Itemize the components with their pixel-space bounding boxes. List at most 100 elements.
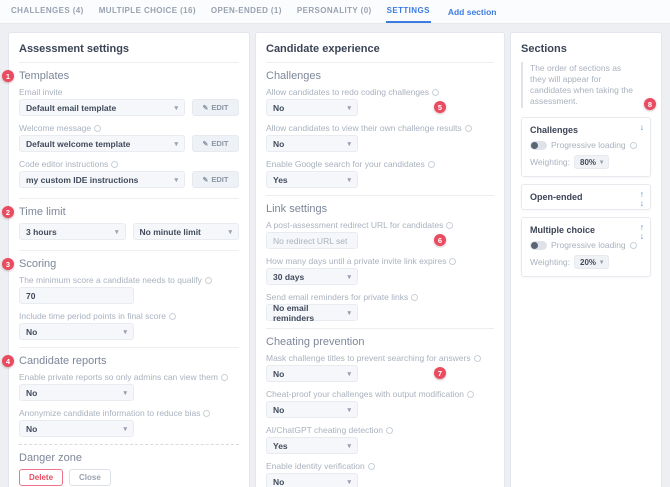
chevron-down-icon: ▾ (347, 370, 351, 378)
mask-titles-select[interactable]: No ▾ (266, 365, 358, 382)
redo-challenges-label: Allow candidates to redo coding challeng… (266, 87, 494, 97)
chevron-down-icon: ▾ (600, 158, 603, 166)
info-icon (428, 161, 435, 168)
chevron-down-icon: ▾ (123, 328, 127, 336)
pencil-icon: ✎ (203, 104, 209, 112)
divider (19, 250, 239, 251)
cheat-proof-select[interactable]: No ▾ (266, 401, 358, 418)
chevron-down-icon: ▾ (174, 140, 178, 148)
ai-detection-label: AI/ChatGPT cheating detection (266, 425, 494, 435)
move-down-icon[interactable]: ↓ (640, 123, 644, 132)
code-editor-instructions-label: Code editor instructions (19, 159, 239, 169)
email-invite-edit-button[interactable]: ✎ EDIT (192, 99, 239, 116)
tab-open-ended[interactable]: OPEN-ENDED (1) (210, 0, 283, 23)
link-expiry-label: How many days until a private invite lin… (266, 256, 494, 266)
info-icon (630, 142, 637, 149)
view-results-select[interactable]: No ▾ (266, 135, 358, 152)
min-score-input[interactable]: 70 (19, 287, 134, 304)
divider (266, 195, 494, 196)
chevron-down-icon: ▾ (347, 478, 351, 486)
chevron-down-icon: ▾ (347, 406, 351, 414)
chevron-down-icon: ▾ (228, 228, 232, 236)
progressive-loading-toggle[interactable] (530, 241, 547, 250)
link-expiry-select[interactable]: 30 days ▾ (266, 268, 358, 285)
toggle-knob (531, 142, 538, 149)
progressive-loading-label: Progressive loading (551, 240, 626, 250)
chevron-down-icon: ▾ (347, 176, 351, 184)
redirect-url-input[interactable]: No redirect URL set (266, 232, 358, 249)
progressive-loading-label: Progressive loading (551, 140, 626, 150)
chevron-down-icon: ▾ (123, 389, 127, 397)
progressive-loading-toggle[interactable] (530, 141, 547, 150)
time-points-select[interactable]: No ▾ (19, 323, 134, 340)
info-icon (94, 125, 101, 132)
info-icon (449, 258, 456, 265)
section-card-title: Open-ended (530, 192, 642, 202)
info-icon (446, 222, 453, 229)
close-button[interactable]: Close (69, 469, 111, 486)
templates-heading: 1 Templates (19, 70, 239, 83)
info-icon (465, 125, 472, 132)
ai-detection-select[interactable]: Yes ▾ (266, 437, 358, 454)
step-badge-1: 1 (2, 70, 14, 82)
chevron-down-icon: ▾ (347, 309, 351, 317)
cheat-proof-label: Cheat-proof your challenges with output … (266, 389, 494, 399)
challenges-heading: Challenges (266, 70, 494, 83)
email-reminders-select[interactable]: No email reminders ▾ (266, 304, 358, 321)
view-results-label: Allow candidates to view their own chall… (266, 123, 494, 133)
info-icon (221, 374, 228, 381)
cheating-prevention-heading: Cheating prevention (266, 336, 494, 349)
info-icon (111, 161, 118, 168)
chevron-down-icon: ▾ (347, 273, 351, 281)
redirect-url-label: A post-assessment redirect URL for candi… (266, 220, 494, 230)
weighting-label: Weighting: (530, 257, 570, 267)
tab-settings[interactable]: SETTINGS (386, 0, 431, 23)
anonymize-label: Anonymize candidate information to reduc… (19, 408, 239, 418)
divider-dashed (19, 444, 239, 445)
weighting-select[interactable]: 80% ▾ (574, 155, 609, 169)
chevron-down-icon: ▾ (115, 228, 119, 236)
step-badge-5: 5 (434, 101, 446, 113)
delete-button[interactable]: Delete (19, 469, 63, 486)
identity-verification-select[interactable]: No ▾ (266, 473, 358, 487)
tab-personality[interactable]: PERSONALITY (0) (296, 0, 373, 23)
move-down-icon[interactable]: ↓ (640, 199, 644, 208)
section-card-title: Multiple choice (530, 225, 642, 235)
info-icon (205, 277, 212, 284)
tab-challenges[interactable]: CHALLENGES (4) (10, 0, 85, 23)
tab-multiple-choice[interactable]: MULTIPLE CHOICE (16) (98, 0, 197, 23)
scoring-heading: 3 Scoring (19, 258, 239, 271)
private-reports-select[interactable]: No ▾ (19, 384, 134, 401)
anonymize-select[interactable]: No ▾ (19, 420, 134, 437)
code-editor-instructions-edit-button[interactable]: ✎ EDIT (192, 171, 239, 188)
assessment-settings-panel: Assessment settings 1 Templates Email in… (8, 32, 250, 487)
chevron-down-icon: ▾ (123, 425, 127, 433)
chevron-down-icon: ▾ (174, 176, 178, 184)
redo-challenges-select[interactable]: No ▾ (266, 99, 358, 116)
identity-verification-label: Enable identity verification (266, 461, 494, 471)
email-reminders-label: Send email reminders for private links (266, 292, 494, 302)
time-limit-heading: 2 Time limit (19, 206, 239, 219)
email-invite-select[interactable]: Default email template ▾ (19, 99, 185, 116)
pencil-icon: ✎ (203, 140, 209, 148)
min-score-label: The minimum score a candidate needs to q… (19, 275, 239, 285)
welcome-message-edit-button[interactable]: ✎ EDIT (192, 135, 239, 152)
sections-panel: Sections The order of sections as they w… (510, 32, 662, 487)
info-icon (411, 294, 418, 301)
time-limit-minutes-select[interactable]: No minute limit ▾ (133, 223, 240, 240)
add-section-link[interactable]: Add section (448, 0, 497, 23)
info-icon (386, 427, 393, 434)
welcome-message-label: Welcome message (19, 123, 239, 133)
time-limit-hours-select[interactable]: 3 hours ▾ (19, 223, 126, 240)
mask-titles-label: Mask challenge titles to prevent searchi… (266, 353, 494, 363)
weighting-select[interactable]: 20% ▾ (574, 255, 609, 269)
assessment-settings-title: Assessment settings (19, 43, 239, 55)
divider (266, 62, 494, 63)
google-search-label: Enable Google search for your candidates (266, 159, 494, 169)
code-editor-instructions-select[interactable]: my custom IDE instructions ▾ (19, 171, 185, 188)
step-badge-3: 3 (2, 258, 14, 270)
google-search-select[interactable]: Yes ▾ (266, 171, 358, 188)
move-down-icon[interactable]: ↓ (640, 232, 644, 241)
welcome-message-select[interactable]: Default welcome template ▾ (19, 135, 185, 152)
chevron-down-icon: ▾ (600, 258, 603, 266)
